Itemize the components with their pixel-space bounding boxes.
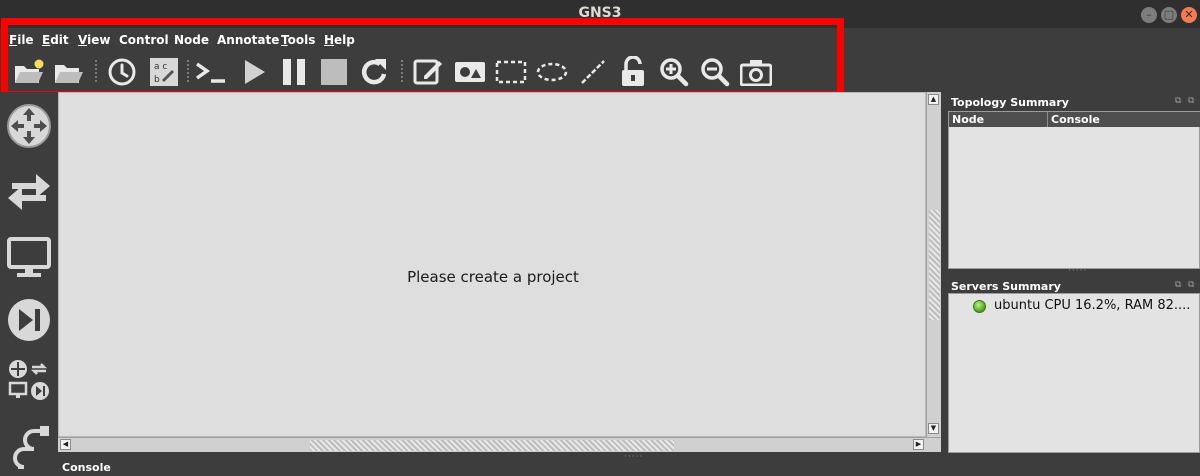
- main-toolbar: a c b: [0, 52, 1200, 92]
- stop-all-icon[interactable]: [317, 55, 351, 89]
- menu-bar: File Edit View Control Node Annotate Too…: [0, 28, 1200, 52]
- toolbar-separator: [95, 60, 99, 82]
- screenshot-icon[interactable]: [739, 55, 773, 89]
- add-link-icon[interactable]: [4, 420, 54, 472]
- panel-close-icon[interactable]: ⧉: [1188, 96, 1194, 106]
- server-entry[interactable]: ubuntu CPU 16.2%, RAM 82....: [994, 298, 1190, 313]
- menu-annotate[interactable]: Annotate: [217, 33, 279, 47]
- servers-summary-title: Servers Summary: [951, 280, 1061, 293]
- splitter-handle[interactable]: ·····: [1068, 266, 1087, 276]
- toolbar-separator: [401, 60, 405, 82]
- menu-file[interactable]: File: [9, 33, 34, 47]
- maximize-button[interactable]: □: [1161, 7, 1177, 23]
- column-console[interactable]: Console: [1051, 113, 1100, 126]
- show-interface-labels-icon[interactable]: a c b: [147, 55, 181, 89]
- add-note-icon[interactable]: [411, 55, 445, 89]
- panel-float-icon[interactable]: ⧉: [1175, 96, 1181, 106]
- menu-help[interactable]: Help: [324, 33, 355, 47]
- horizontal-scroll-thumb[interactable]: [310, 440, 674, 451]
- insert-picture-icon[interactable]: [453, 55, 487, 89]
- end-devices-icon[interactable]: [4, 232, 54, 284]
- device-dock: [0, 92, 58, 476]
- server-status-icon: [973, 300, 986, 313]
- all-devices-icon[interactable]: [4, 354, 54, 406]
- empty-project-message: Please create a project: [407, 268, 579, 286]
- column-node[interactable]: Node: [952, 113, 984, 126]
- start-all-icon[interactable]: [237, 55, 271, 89]
- routers-icon[interactable]: [4, 100, 54, 152]
- close-button[interactable]: ✕: [1181, 7, 1197, 23]
- scroll-left-arrow-icon[interactable]: ◀: [60, 439, 71, 450]
- new-project-icon[interactable]: [12, 55, 46, 89]
- splitter-handle[interactable]: ·····: [624, 452, 643, 462]
- scroll-right-arrow-icon[interactable]: ▶: [913, 439, 924, 450]
- scroll-up-arrow-icon[interactable]: ▲: [928, 94, 939, 105]
- canvas-vertical-scrollbar[interactable]: ▲ ▼: [926, 92, 941, 437]
- panel-float-icon[interactable]: ⧉: [1175, 280, 1181, 290]
- vertical-scroll-thumb[interactable]: [929, 210, 940, 320]
- zoom-in-icon[interactable]: [657, 55, 691, 89]
- scroll-down-arrow-icon[interactable]: ▼: [928, 423, 939, 434]
- security-devices-icon[interactable]: [4, 294, 54, 346]
- draw-line-icon[interactable]: [576, 55, 610, 89]
- svg-text:b: b: [154, 75, 160, 85]
- switches-icon[interactable]: [4, 167, 54, 219]
- window-title: GNS3: [578, 5, 622, 21]
- toolbar-separator: [187, 60, 191, 82]
- servers-summary-list: ubuntu CPU 16.2%, RAM 82....: [948, 293, 1200, 453]
- zoom-out-icon[interactable]: [698, 55, 732, 89]
- menu-tools[interactable]: Tools: [281, 33, 315, 47]
- unlock-icon[interactable]: [616, 55, 650, 89]
- svg-text:a c: a c: [154, 62, 167, 72]
- menu-control[interactable]: Control: [119, 33, 169, 47]
- minimize-button[interactable]: –: [1141, 7, 1157, 23]
- menu-node[interactable]: Node: [174, 33, 209, 47]
- workspace-canvas[interactable]: Please create a project: [58, 92, 926, 437]
- open-project-icon[interactable]: [52, 55, 86, 89]
- canvas-horizontal-scrollbar[interactable]: ◀ ▶: [58, 437, 941, 452]
- gns3-window: GNS3 – □ ✕ File Edit View Control Node A…: [0, 0, 1200, 476]
- snapshot-icon[interactable]: [105, 55, 139, 89]
- topology-summary-title: Topology Summary: [951, 96, 1069, 109]
- menu-view[interactable]: View: [78, 33, 110, 47]
- title-bar: GNS3 – □ ✕: [0, 0, 1200, 28]
- topology-table-header: Node Console: [949, 112, 1200, 127]
- draw-ellipse-icon[interactable]: [535, 55, 569, 89]
- console-panel-title: Console: [62, 461, 111, 474]
- panel-close-icon[interactable]: ⧉: [1188, 280, 1194, 290]
- console-all-icon[interactable]: [194, 55, 228, 89]
- topology-summary-table[interactable]: Node Console: [948, 111, 1200, 269]
- draw-rectangle-icon[interactable]: [494, 55, 528, 89]
- suspend-all-icon[interactable]: [277, 55, 311, 89]
- menu-edit[interactable]: Edit: [42, 33, 69, 47]
- reload-all-icon[interactable]: [358, 55, 392, 89]
